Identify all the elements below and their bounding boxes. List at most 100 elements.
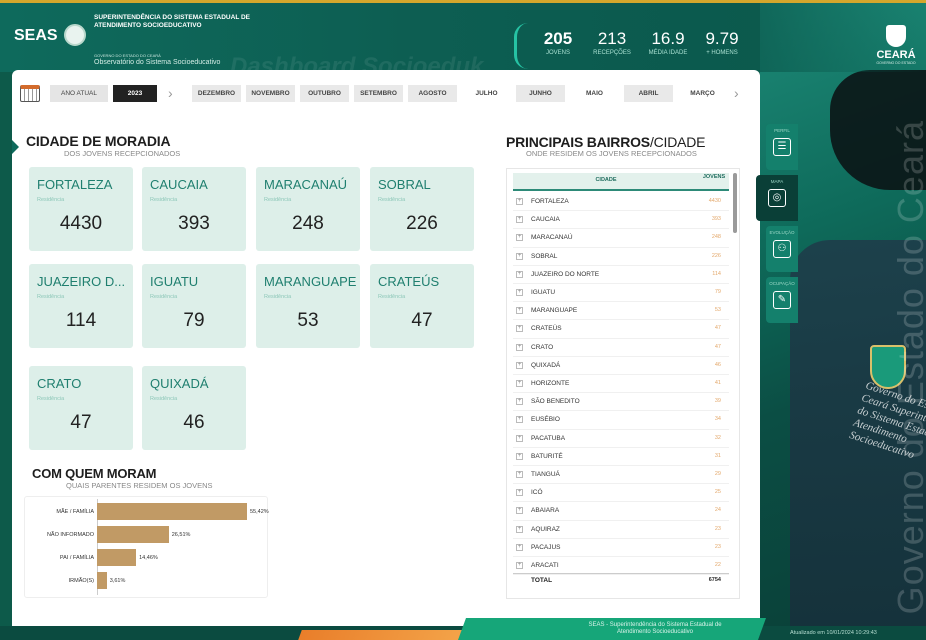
expand-icon[interactable]: + — [516, 562, 523, 569]
bairros-subtitle: ONDE RESIDEM OS JOVENS RECEPCIONADOS — [526, 149, 697, 158]
row-city-name: IGUATU — [531, 289, 556, 296]
month-outubro[interactable]: OUTUBRO — [300, 84, 349, 102]
expand-icon[interactable]: + — [516, 434, 523, 442]
nav-mapa[interactable]: MAPA ◎ — [756, 175, 798, 221]
month-abril[interactable]: ABRIL — [624, 84, 673, 102]
table-row[interactable]: + PACATUBA 32 — [513, 430, 729, 448]
expand-icon[interactable]: + — [516, 416, 523, 424]
expand-icon[interactable]: + — [516, 343, 523, 351]
table-row[interactable]: + MARANGUAPE 53 — [513, 302, 729, 321]
city-name: MARACANAÚ — [264, 177, 348, 192]
expand-icon[interactable]: + — [516, 270, 523, 278]
city-tile[interactable]: CRATEÚS Residência 47 — [370, 264, 474, 348]
bairros-title: PRINCIPAIS BAIRROS/CIDADE — [506, 134, 706, 150]
table-row[interactable]: + IGUATU 79 — [513, 284, 729, 303]
table-row[interactable]: + JUAZEIRO DO NORTE 114 — [513, 266, 729, 284]
nav-ocupacao[interactable]: OCUPAÇÃO ✎ — [766, 277, 798, 323]
nav-perfil[interactable]: PERFIL ☰ — [766, 124, 798, 170]
table-row[interactable]: + CAUCAIA 393 — [513, 211, 729, 230]
bar-row[interactable]: PAI / FAMÍLIA 14,46% — [25, 549, 158, 566]
expand-icon[interactable]: + — [516, 452, 523, 460]
table-row[interactable]: + QUIXADÁ 46 — [513, 357, 729, 375]
month-maio[interactable]: MAIO — [570, 85, 619, 102]
city-tile[interactable]: JUAZEIRO D... Residência 114 — [29, 264, 133, 348]
column-header-city[interactable]: CIDADE — [513, 177, 699, 183]
city-tile[interactable]: MARANGUAPE Residência 53 — [256, 264, 360, 348]
city-tile[interactable]: FORTALEZA Residência 4430 — [29, 167, 133, 251]
expand-icon[interactable]: + — [516, 471, 523, 478]
table-row[interactable]: + SOBRAL 226 — [513, 248, 729, 266]
table-row[interactable]: + AQUIRAZ 23 — [513, 521, 729, 539]
bar-row[interactable]: NÃO INFORMADO 26,51% — [25, 526, 190, 543]
row-city-name: PACATUBA — [531, 434, 566, 442]
people-icon: ⚇ — [773, 240, 791, 258]
table-row[interactable]: + EUSÉBIO 34 — [513, 411, 729, 430]
month-agosto[interactable]: AGOSTO — [408, 84, 457, 102]
table-scrollbar[interactable] — [733, 173, 737, 233]
expand-icon[interactable]: + — [516, 325, 523, 333]
expand-icon[interactable]: + — [516, 398, 523, 406]
expand-icon[interactable]: + — [516, 216, 523, 224]
month-novembro[interactable]: NOVEMBRO — [246, 84, 295, 102]
row-jovens-value: 32 — [714, 434, 721, 441]
city-tile[interactable]: SOBRAL Residência 226 — [370, 167, 474, 251]
row-city-name: CRATEÚS — [531, 325, 562, 333]
table-row[interactable]: + FORTALEZA 4430 — [513, 193, 729, 212]
city-tile[interactable]: QUIXADÁ Residência 46 — [142, 366, 246, 450]
month-julho[interactable]: JULHO — [462, 85, 511, 102]
moram-title: COM QUEM MORAM — [32, 466, 157, 481]
row-jovens-value: 46 — [714, 361, 721, 368]
calendar-icon[interactable] — [20, 84, 40, 102]
table-row[interactable]: + CRATO 47 — [513, 339, 729, 357]
expand-icon[interactable]: + — [516, 289, 523, 296]
bairros-title-light: /CIDADE — [649, 134, 706, 150]
expand-icon[interactable]: + — [516, 380, 523, 387]
expand-icon[interactable]: + — [516, 307, 523, 315]
expand-icon[interactable]: + — [516, 252, 523, 260]
city-name: MARANGUAPE — [264, 274, 357, 289]
table-row[interactable]: + HORIZONTE 41 — [513, 375, 729, 394]
expand-icon[interactable]: + — [516, 507, 523, 515]
expand-icon[interactable]: + — [516, 198, 523, 205]
month-dezembro[interactable]: DEZEMBRO — [192, 84, 241, 102]
globe-icon: ◎ — [768, 189, 786, 207]
row-city-name: SÃO BENEDITO — [531, 398, 580, 406]
table-row[interactable]: + TIANGUÁ 29 — [513, 466, 729, 485]
expand-icon[interactable]: + — [516, 525, 523, 533]
nav-evolucao[interactable]: EVOLUÇÃO ⚇ — [766, 226, 798, 272]
city-tile[interactable]: CRATO Residência 47 — [29, 366, 133, 450]
table-row[interactable]: + CRATEÚS 47 — [513, 320, 729, 339]
expand-icon[interactable]: + — [516, 543, 523, 551]
expand-icon[interactable]: + — [516, 489, 523, 497]
month-setembro[interactable]: SETEMBRO — [354, 84, 403, 102]
residencia-label: Residência — [264, 197, 292, 203]
table-row[interactable]: + PACAJUS 23 — [513, 539, 729, 557]
table-row[interactable]: + BATURITÉ 31 — [513, 448, 729, 466]
year-selector[interactable]: 2023 — [113, 84, 157, 102]
month-junho[interactable]: JUNHO — [516, 84, 565, 102]
bar-label: PAI / FAMÍLIA — [59, 554, 94, 561]
current-year-button[interactable]: ANO ATUAL — [50, 84, 108, 102]
city-tile[interactable]: CAUCAIA Residência 393 — [142, 167, 246, 251]
column-header-jovens[interactable]: JOVENS — [699, 174, 729, 180]
bar-row[interactable]: MÃE / FAMÍLIA 55,42% — [25, 503, 269, 520]
bar-row[interactable]: IRMÃO(S) 3,61% — [25, 572, 125, 589]
bairros-table: CIDADE JOVENS + FORTALEZA 4430 + CAUCAIA 393 +… — [506, 168, 740, 599]
table-header: CIDADE JOVENS — [513, 173, 729, 191]
expand-icon[interactable]: + — [516, 234, 523, 242]
table-row[interactable]: + ICÓ 25 — [513, 484, 729, 503]
chevron-right-icon[interactable]: › — [168, 86, 180, 100]
city-tile[interactable]: MARACANAÚ Residência 248 — [256, 167, 360, 251]
table-row[interactable]: + SÃO BENEDITO 39 — [513, 393, 729, 412]
chevron-right-icon[interactable]: › — [734, 86, 746, 100]
table-row[interactable]: + ABAIARA 24 — [513, 502, 729, 521]
month-marco[interactable]: MARÇO — [678, 85, 727, 102]
residencia-label: Residência — [264, 294, 292, 300]
city-tile[interactable]: IGUATU Residência 79 — [142, 264, 246, 348]
kpi-label: RECEPÇÕES — [593, 50, 631, 56]
row-jovens-value: 25 — [714, 489, 721, 496]
total-value: 6754 — [708, 577, 721, 583]
expand-icon[interactable]: + — [516, 361, 523, 369]
ceara-logo: CEARÁ GOVERNO DO ESTADO — [872, 25, 920, 65]
table-row[interactable]: + MARACANAÚ 248 — [513, 229, 729, 248]
